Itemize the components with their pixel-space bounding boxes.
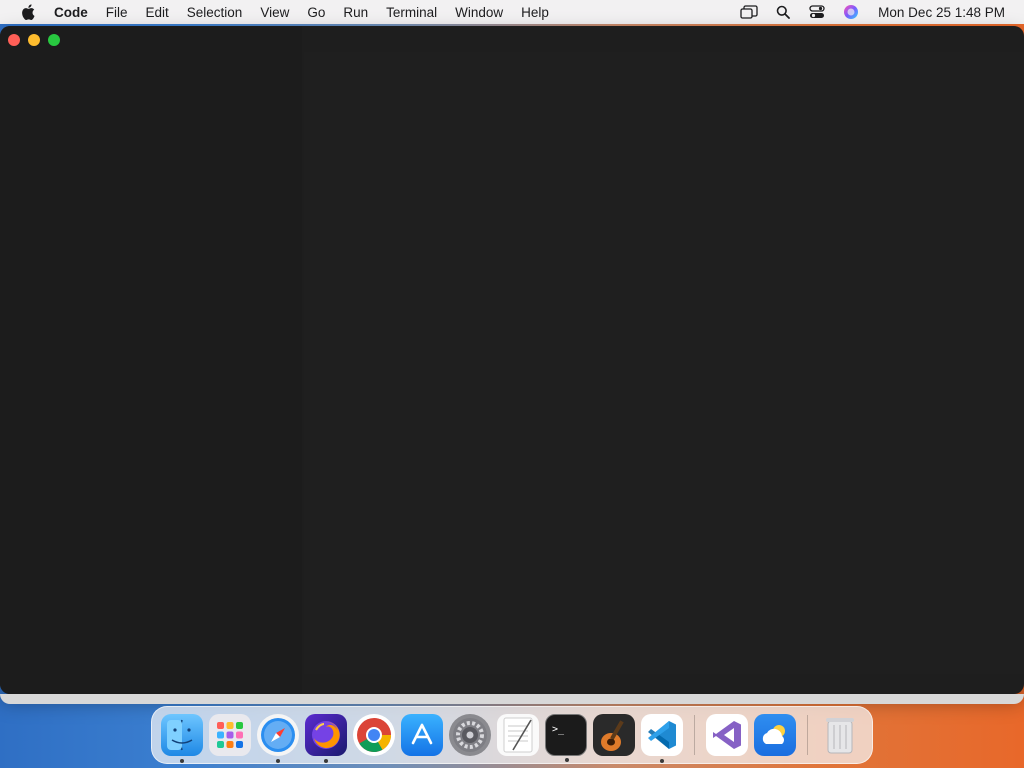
dock-separator bbox=[694, 715, 695, 755]
running-indicator bbox=[565, 758, 569, 762]
menu-help[interactable]: Help bbox=[512, 5, 558, 20]
sidebar bbox=[0, 26, 302, 694]
editor-area[interactable] bbox=[304, 52, 1024, 674]
weather-icon[interactable] bbox=[754, 714, 796, 756]
vscode-icon[interactable] bbox=[641, 714, 683, 763]
running-indicator bbox=[324, 759, 328, 763]
menu-bar: Code File Edit Selection View Go Run Ter… bbox=[0, 0, 1024, 24]
menu-go[interactable]: Go bbox=[298, 5, 334, 20]
menu-selection[interactable]: Selection bbox=[178, 5, 252, 20]
dock-separator bbox=[807, 715, 808, 755]
window-controls bbox=[8, 34, 60, 46]
window-shadow-edge bbox=[0, 694, 1024, 704]
dock: >_ bbox=[151, 706, 873, 764]
textedit-icon[interactable] bbox=[497, 714, 539, 756]
running-indicator bbox=[180, 759, 184, 763]
app-store-icon[interactable] bbox=[401, 714, 443, 756]
control-center-icon[interactable] bbox=[806, 3, 828, 21]
stage-manager-icon[interactable] bbox=[738, 3, 760, 21]
trash-icon[interactable] bbox=[819, 714, 861, 756]
code-window bbox=[0, 26, 1024, 694]
chrome-icon[interactable] bbox=[353, 714, 395, 756]
menu-window[interactable]: Window bbox=[446, 5, 512, 20]
safari-icon[interactable] bbox=[257, 714, 299, 763]
siri-icon[interactable] bbox=[840, 3, 862, 21]
spotlight-search-icon[interactable] bbox=[772, 3, 794, 21]
terminal-icon[interactable]: >_ bbox=[545, 714, 587, 762]
menu-run[interactable]: Run bbox=[334, 5, 377, 20]
running-indicator bbox=[276, 759, 280, 763]
menu-edit[interactable]: Edit bbox=[137, 5, 178, 20]
maximize-button[interactable] bbox=[48, 34, 60, 46]
menu-file[interactable]: File bbox=[97, 5, 137, 20]
minimize-button[interactable] bbox=[28, 34, 40, 46]
firefox-icon[interactable] bbox=[305, 714, 347, 763]
menu-terminal[interactable]: Terminal bbox=[377, 5, 446, 20]
finder-icon[interactable] bbox=[161, 714, 203, 763]
menubar-clock[interactable]: Mon Dec 25 1:48 PM bbox=[878, 5, 1005, 20]
launchpad-icon[interactable] bbox=[209, 714, 251, 756]
svg-text:>_: >_ bbox=[552, 724, 565, 735]
running-indicator bbox=[660, 759, 664, 763]
menu-view[interactable]: View bbox=[251, 5, 298, 20]
close-button[interactable] bbox=[8, 34, 20, 46]
garageband-icon[interactable] bbox=[593, 714, 635, 756]
app-menu-code[interactable]: Code bbox=[46, 5, 97, 20]
system-settings-icon[interactable] bbox=[449, 714, 491, 756]
apple-menu-icon[interactable] bbox=[18, 4, 38, 20]
visual-studio-icon[interactable] bbox=[706, 714, 748, 756]
